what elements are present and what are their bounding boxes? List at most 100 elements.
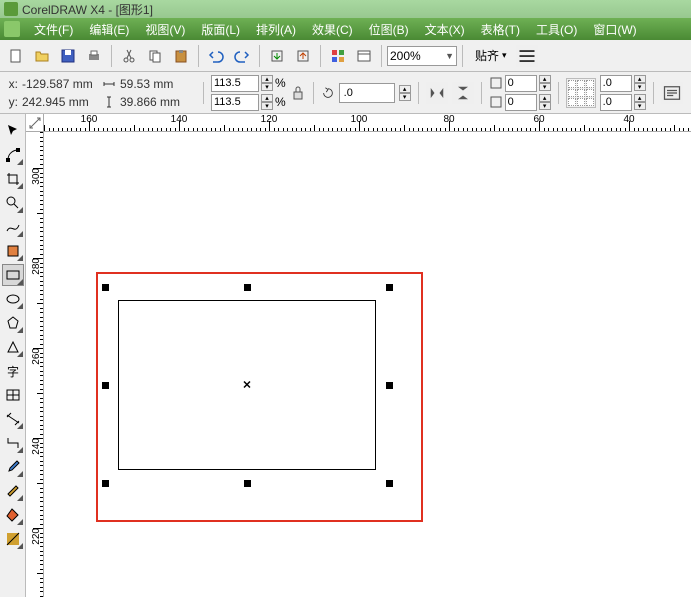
separator [203,82,204,104]
redo-button[interactable] [230,44,254,68]
menu-bar: 文件(F) 编辑(E) 视图(V) 版面(L) 排列(A) 效果(C) 位图(B… [0,18,691,40]
smart-fill-tool[interactable] [2,240,24,262]
import-button[interactable] [265,44,289,68]
scale-x-spinner[interactable]: ▴▾ [261,75,273,91]
crop-tool[interactable] [2,168,24,190]
corner-selector[interactable] [566,78,596,108]
save-button[interactable] [56,44,80,68]
menu-tools[interactable]: 工具(O) [528,19,585,40]
text-tool[interactable]: 字 [2,360,24,382]
export-button[interactable] [291,44,315,68]
mirror-v-button[interactable] [452,82,474,104]
separator [462,45,463,67]
selected-rectangle[interactable]: ✕ [118,300,376,470]
menu-view[interactable]: 视图(V) [137,19,193,40]
round-y-spinner[interactable]: ▴▾ [539,94,551,110]
canvas-area: 16014012010080604020 300280260240220200 … [26,114,691,597]
selection-handle[interactable] [386,284,393,291]
rectangle-tool[interactable] [2,264,24,286]
menu-effects[interactable]: 效果(C) [304,19,361,40]
radius-x-spinner[interactable]: ▴▾ [634,75,646,91]
separator [198,45,199,67]
separator [653,82,654,104]
ruler-vertical[interactable]: 300280260240220200 [26,132,44,597]
menu-layout[interactable]: 版面(L) [193,19,248,40]
copy-button[interactable] [143,44,167,68]
radius-y-input[interactable] [600,94,632,111]
open-button[interactable] [30,44,54,68]
paste-button[interactable] [169,44,193,68]
undo-button[interactable] [204,44,228,68]
outline-tool[interactable] [2,480,24,502]
menu-table[interactable]: 表格(T) [473,19,528,40]
selection-handle[interactable] [244,480,251,487]
pick-tool[interactable] [2,120,24,142]
round-x-spinner[interactable]: ▴▾ [539,75,551,91]
cut-button[interactable] [117,44,141,68]
canvas[interactable]: ✕ [44,132,691,597]
size-block: 59.53 mm 39.866 mm [102,76,196,110]
menu-file[interactable]: 文件(F) [26,19,81,40]
rotation-spinner[interactable]: ▴▾ [399,85,411,101]
snap-menu[interactable]: 贴齐 ▾ [468,44,514,67]
options-button[interactable] [516,45,538,67]
percent-label: % [275,76,286,90]
zoom-level-select[interactable]: 200% ▼ [387,46,457,66]
wrap-text-button[interactable] [661,82,683,104]
radius-y-spinner[interactable]: ▴▾ [634,94,646,110]
new-button[interactable] [4,44,28,68]
selection-handle[interactable] [386,382,393,389]
separator [320,45,321,67]
separator [418,82,419,104]
workspace: 字 16014012010080604020 30028026024022020… [0,114,691,597]
snap-label: 贴齐 [475,47,499,64]
y-value[interactable]: 242.945 mm [20,94,98,110]
mirror-h-button[interactable] [426,82,448,104]
basic-shapes-tool[interactable] [2,336,24,358]
round-x-input[interactable] [505,75,537,92]
selection-handle[interactable] [244,284,251,291]
radius-block: ▴▾ ▴▾ [600,75,646,111]
separator [381,45,382,67]
selection-handle[interactable] [386,480,393,487]
ellipse-tool[interactable] [2,288,24,310]
scale-y-spinner[interactable]: ▴▾ [261,94,273,110]
app-launcher-button[interactable] [326,44,350,68]
title-bar: CorelDRAW X4 - [图形1] [0,0,691,18]
polygon-tool[interactable] [2,312,24,334]
round-y-input[interactable] [505,94,537,111]
separator [558,82,559,104]
interactive-fill-tool[interactable] [2,528,24,550]
menu-window[interactable]: 窗口(W) [585,19,644,40]
x-value[interactable]: -129.587 mm [20,76,98,92]
rotation-input[interactable] [339,83,395,103]
radius-x-input[interactable] [600,75,632,92]
chevron-down-icon: ▾ [502,50,507,61]
shape-tool[interactable] [2,144,24,166]
menu-text[interactable]: 文本(X) [417,19,473,40]
menu-bitmaps[interactable]: 位图(B) [361,19,417,40]
connector-tool[interactable] [2,432,24,454]
eyedropper-tool[interactable] [2,456,24,478]
scale-y-input[interactable] [211,94,259,111]
freehand-tool[interactable] [2,216,24,238]
welcome-button[interactable] [352,44,376,68]
height-value[interactable]: 39.866 mm [118,94,196,110]
dimension-tool[interactable] [2,408,24,430]
selection-handle[interactable] [102,480,109,487]
y-label: y: [4,95,18,109]
ruler-horizontal[interactable]: 16014012010080604020 [44,114,691,132]
menu-arrange[interactable]: 排列(A) [248,19,304,40]
menu-edit[interactable]: 编辑(E) [81,19,137,40]
ruler-origin[interactable] [26,114,44,132]
selection-handle[interactable] [102,284,109,291]
scale-x-input[interactable] [211,75,259,92]
selection-handle[interactable] [102,382,109,389]
table-tool[interactable] [2,384,24,406]
print-button[interactable] [82,44,106,68]
fill-tool[interactable] [2,504,24,526]
center-marker-icon: ✕ [242,379,251,392]
width-value[interactable]: 59.53 mm [118,76,196,92]
lock-ratio-button[interactable] [290,82,306,104]
zoom-tool[interactable] [2,192,24,214]
